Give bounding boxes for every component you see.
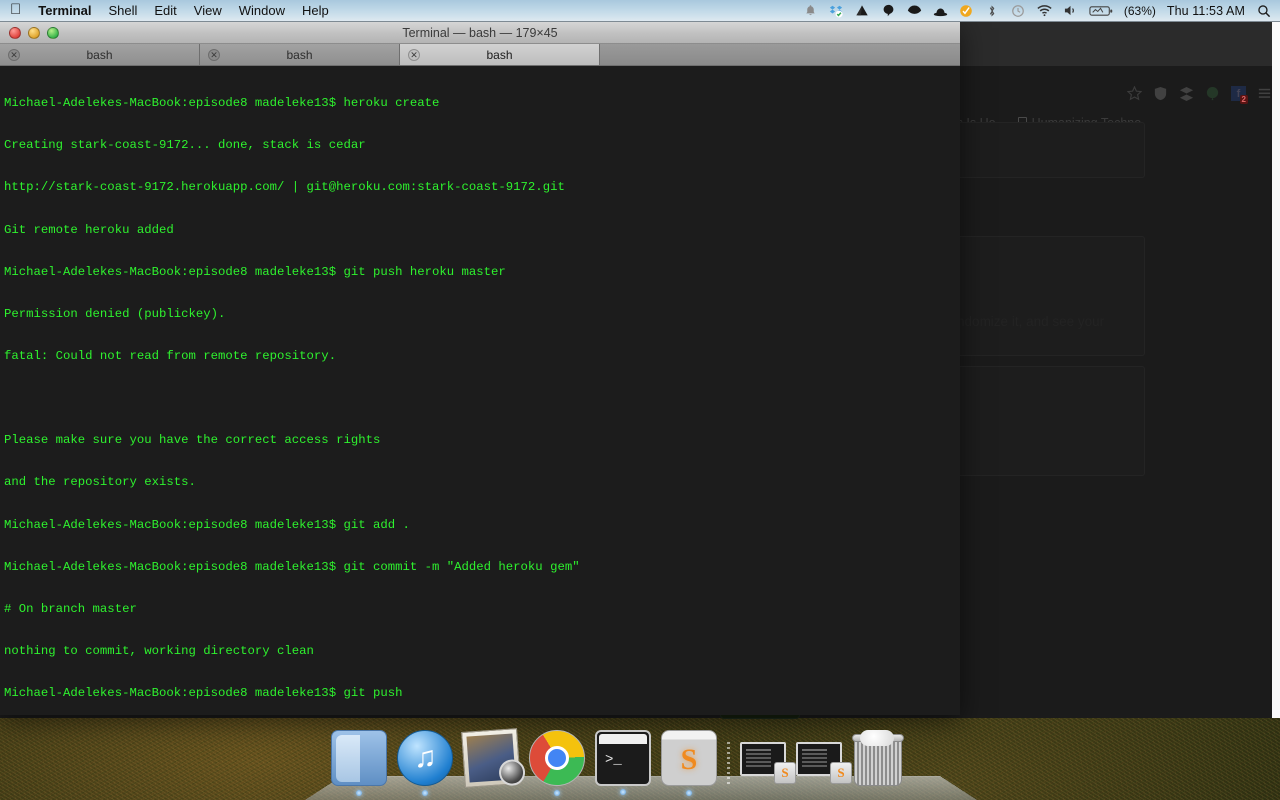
terminal-tab-2[interactable]: ✕ bash xyxy=(200,44,400,65)
page-scrollbar[interactable] xyxy=(1272,22,1280,718)
finder-face-icon xyxy=(336,735,360,782)
dock-separator xyxy=(727,742,730,784)
running-indicator xyxy=(422,790,428,796)
terminal-line: Michael-Adelekes-MacBook:episode8 madele… xyxy=(4,96,440,111)
terminal-line: nothing to commit, working directory cle… xyxy=(4,643,314,658)
menu-bar-left[interactable]:  Terminal Shell Edit View Window Help xyxy=(0,2,329,18)
menu-item-window[interactable]: Window xyxy=(239,3,285,18)
dock-item-terminal[interactable]: >_ xyxy=(595,730,651,795)
apple-icon[interactable]:  xyxy=(10,2,21,17)
menu-item-shell[interactable]: Shell xyxy=(108,3,137,18)
window-text-lines-icon xyxy=(802,749,828,751)
tab-bar-filler xyxy=(600,44,960,65)
tab-close-icon[interactable]: ✕ xyxy=(208,48,220,61)
terminal-line: and the repository exists. xyxy=(4,475,196,490)
terminal-line: Git remote heroku added xyxy=(4,222,174,237)
evernote-icon[interactable] xyxy=(907,3,922,18)
dock-minimized-window-2[interactable]: S xyxy=(796,742,852,784)
terminal-titlebar[interactable]: Terminal — bash — 179×45 xyxy=(0,22,960,44)
dock-item-sublime[interactable]: S xyxy=(661,730,717,796)
dock-item-chrome[interactable] xyxy=(529,730,585,796)
tab-label: bash xyxy=(86,47,113,62)
terminal-line: Creating stark-coast-9172... done, stack… xyxy=(4,138,366,153)
running-indicator xyxy=(356,790,362,796)
app-badge-icon: S xyxy=(774,762,796,784)
bowler-hat-icon[interactable] xyxy=(933,3,948,18)
dropbox-icon[interactable] xyxy=(829,3,844,18)
menu-item-edit[interactable]: Edit xyxy=(154,3,176,18)
tab-close-icon[interactable]: ✕ xyxy=(8,48,20,61)
terminal-output[interactable]: Michael-Adelekes-MacBook:episode8 madele… xyxy=(0,66,960,715)
menu-bar-status-area[interactable]: (63%) Thu 11:53 AM xyxy=(803,3,1280,18)
app-badge-icon: S xyxy=(830,762,852,784)
google-drive-icon[interactable] xyxy=(855,3,870,18)
battery-percent: (63%) xyxy=(1123,3,1156,18)
terminal-line: Michael-Adelekes-MacBook:episode8 madele… xyxy=(4,686,403,701)
battery-icon[interactable] xyxy=(1089,3,1113,18)
tab-label: bash xyxy=(286,47,313,62)
sublime-s-icon: S xyxy=(680,743,698,776)
terminal-prompt-icon: >_ xyxy=(605,752,622,768)
macos-dock[interactable]: ♫ >_ S S S xyxy=(305,710,977,800)
notification-bell-icon[interactable] xyxy=(803,3,818,18)
tab-label: bash xyxy=(486,47,513,62)
hangouts-icon[interactable] xyxy=(881,3,896,18)
menu-item-terminal[interactable]: Terminal xyxy=(38,3,91,18)
window-text-lines-icon xyxy=(746,749,772,751)
terminal-window-title: Terminal — bash — 179×45 xyxy=(402,25,558,40)
running-indicator xyxy=(554,790,560,796)
dock-item-itunes[interactable]: ♫ xyxy=(397,730,453,796)
time-machine-icon[interactable] xyxy=(1011,3,1026,18)
terminal-tab-3[interactable]: ✕ bash xyxy=(400,44,600,65)
chrome-center-icon xyxy=(545,746,569,770)
terminal-tab-bar[interactable]: ✕ bash ✕ bash ✕ bash xyxy=(0,44,960,66)
terminal-line: fatal: Could not read from remote reposi… xyxy=(4,348,337,363)
terminal-line: Michael-Adelekes-MacBook:episode8 madele… xyxy=(4,559,580,574)
dock-item-trash[interactable] xyxy=(852,730,904,786)
camera-lens-icon xyxy=(498,758,526,787)
dock-items[interactable]: ♫ >_ S S S xyxy=(305,722,977,796)
dock-item-iphoto[interactable] xyxy=(461,728,526,788)
dock-minimized-window-1[interactable]: S xyxy=(740,742,796,784)
terminal-tab-1[interactable]: ✕ bash xyxy=(0,44,200,65)
search-icon[interactable] xyxy=(1256,3,1271,18)
menu-bar-clock[interactable]: Thu 11:53 AM xyxy=(1167,4,1245,18)
terminal-line: Michael-Adelekes-MacBook:episode8 madele… xyxy=(4,517,410,532)
music-note-icon: ♫ xyxy=(414,741,437,774)
macos-menu-bar[interactable]:  Terminal Shell Edit View Window Help (… xyxy=(0,0,1280,22)
terminal-line: Please make sure you have the correct ac… xyxy=(4,433,381,448)
trash-paper-icon xyxy=(860,730,894,746)
wifi-icon[interactable] xyxy=(1037,3,1052,18)
terminal-line: Michael-Adelekes-MacBook:episode8 madele… xyxy=(4,264,506,279)
volume-icon[interactable] xyxy=(1063,3,1078,18)
terminal-line: http://stark-coast-9172.herokuapp.com/ |… xyxy=(4,180,565,195)
terminal-window[interactable]: Terminal — bash — 179×45 ✕ bash ✕ bash ✕… xyxy=(0,22,960,715)
running-indicator xyxy=(686,790,692,796)
bluetooth-icon[interactable] xyxy=(985,3,1000,18)
tab-close-icon[interactable]: ✕ xyxy=(408,48,420,61)
terminal-icon-titlebar xyxy=(599,734,647,744)
checkmark-shield-icon[interactable] xyxy=(959,3,974,18)
menu-item-view[interactable]: View xyxy=(194,3,222,18)
terminal-line: # On branch master xyxy=(4,601,137,616)
running-indicator xyxy=(620,789,626,795)
terminal-line: Permission denied (publickey). xyxy=(4,306,226,321)
dock-item-finder[interactable] xyxy=(331,730,387,796)
menu-item-help[interactable]: Help xyxy=(302,3,329,18)
